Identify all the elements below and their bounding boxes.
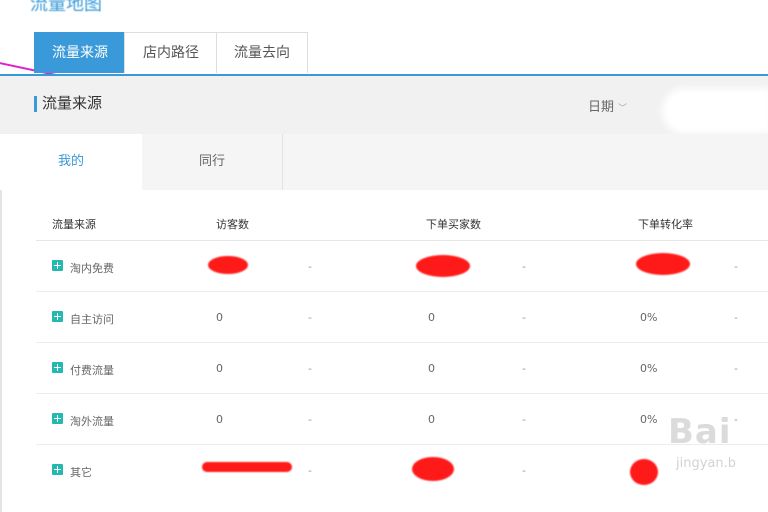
- redaction-mark: [416, 255, 470, 277]
- page-title: 流量地图: [30, 0, 102, 15]
- date-label: 日期: [588, 100, 615, 115]
- table-row: 淘内免费 - - -: [36, 241, 768, 292]
- header-source: 流量来源: [52, 218, 96, 231]
- redaction-mark: [202, 462, 292, 472]
- obscured-area: [662, 88, 768, 134]
- redaction-mark: [412, 457, 454, 481]
- expand-icon[interactable]: [52, 260, 63, 271]
- expand-icon[interactable]: [52, 413, 63, 424]
- subtab-mine[interactable]: 我的: [0, 134, 142, 190]
- row-visitors: 0: [216, 362, 223, 375]
- row-source: 其它: [70, 466, 92, 479]
- table-row: 自主访问 0 - 0 - 0% -: [36, 292, 768, 343]
- row-rate: 0%: [640, 362, 658, 375]
- date-select[interactable]: 日期 ﹀: [588, 96, 627, 115]
- expand-icon[interactable]: [52, 362, 63, 373]
- row-dash: -: [522, 260, 526, 273]
- row-dash: -: [734, 260, 738, 273]
- tab-store-path[interactable]: 店内路径: [124, 32, 218, 73]
- table-row: 付费流量 0 - 0 - 0% -: [36, 343, 768, 394]
- header-visitors: 访客数: [216, 218, 249, 231]
- traffic-table: 流量来源 访客数 下单买家数 下单转化率 淘内免费 - - - 自主访问 0 -…: [36, 200, 768, 495]
- row-buyers: 0: [428, 362, 435, 375]
- redaction-mark: [636, 253, 690, 275]
- tab-traffic-source[interactable]: 流量来源: [34, 32, 126, 73]
- section-accent-bar: [34, 96, 37, 112]
- row-source: 淘外流量: [70, 415, 114, 428]
- row-rate: 0%: [640, 311, 658, 324]
- row-rate: 0%: [640, 413, 658, 426]
- row-visitors: 0: [216, 311, 223, 324]
- row-dash: -: [522, 311, 526, 324]
- row-dash: -: [734, 311, 738, 324]
- row-dash: -: [522, 362, 526, 375]
- subtab-divider: [282, 134, 283, 190]
- header-buyers: 下单买家数: [426, 218, 481, 231]
- row-source: 付费流量: [70, 364, 114, 377]
- row-dash: -: [308, 413, 312, 426]
- chevron-down-icon: ﹀: [618, 104, 628, 114]
- row-buyers: 0: [428, 413, 435, 426]
- redaction-mark: [630, 459, 658, 485]
- row-dash: -: [308, 362, 312, 375]
- redaction-mark: [208, 256, 248, 274]
- row-dash: -: [522, 413, 526, 426]
- table-header: 流量来源 访客数 下单买家数 下单转化率: [36, 200, 768, 241]
- tab-traffic-destination[interactable]: 流量去向: [216, 32, 308, 73]
- sub-tabs: 我的 同行: [0, 134, 768, 190]
- row-dash: -: [308, 260, 312, 273]
- row-dash: -: [734, 413, 738, 426]
- row-source: 自主访问: [70, 313, 114, 326]
- row-source: 淘内免费: [70, 262, 114, 275]
- section-title: 流量来源: [42, 94, 103, 112]
- row-buyers: 0: [428, 311, 435, 324]
- row-visitors: 0: [216, 413, 223, 426]
- watermark-logo: Bai: [668, 412, 732, 452]
- section-header: 流量来源 日期 ﹀: [0, 76, 768, 134]
- subtab-peers[interactable]: 同行: [142, 134, 282, 190]
- table-row: 其它 - -: [36, 445, 768, 495]
- row-dash: -: [734, 362, 738, 375]
- expand-icon[interactable]: [52, 464, 63, 475]
- header-rate: 下单转化率: [638, 218, 693, 231]
- row-dash: -: [308, 311, 312, 324]
- watermark-url: jingyan.b: [676, 456, 736, 471]
- row-dash: -: [522, 464, 526, 477]
- expand-icon[interactable]: [52, 311, 63, 322]
- row-dash: -: [308, 464, 312, 477]
- table-row: 淘外流量 0 - 0 - 0% -: [36, 394, 768, 445]
- main-tabs-bar: 流量来源 店内路径 流量去向: [0, 30, 768, 76]
